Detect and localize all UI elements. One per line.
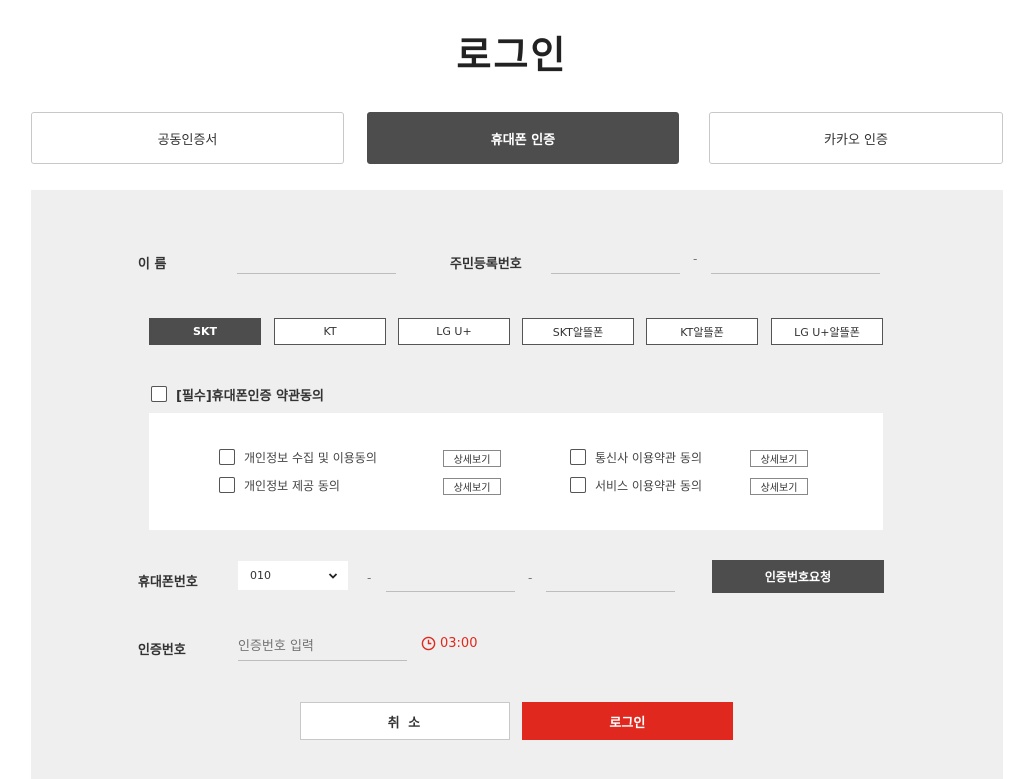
tab-kakao-auth[interactable]: 카카오 인증: [709, 112, 1003, 164]
rrn-separator: -: [693, 252, 698, 266]
rrn-back-input[interactable]: [711, 250, 880, 274]
agreement-items-box: 개인정보 수집 및 이용동의 상세보기 통신사 이용약관 동의 상세보기 개인정…: [149, 413, 883, 530]
agree-carrier-terms-label: 통신사 이용약관 동의: [595, 451, 702, 465]
rrn-label: 주민등록번호: [450, 257, 522, 272]
phone-separator-1: -: [367, 571, 372, 585]
tab-certificate[interactable]: 공동인증서: [31, 112, 344, 164]
carrier-skt-mvno[interactable]: SKT알뜰폰: [522, 318, 634, 345]
verify-code-label: 인증번호: [138, 643, 186, 658]
verify-timer: 03:00: [421, 636, 477, 651]
agree-all-checkbox[interactable]: [151, 386, 167, 402]
privacy-provide-detail-button[interactable]: 상세보기: [443, 478, 501, 495]
agree-privacy-provide-label: 개인정보 제공 동의: [244, 479, 340, 493]
agree-all-label: [필수]휴대폰인증 약관동의: [176, 389, 324, 404]
page-title: 로그인: [456, 33, 568, 77]
rrn-front-input[interactable]: [551, 250, 680, 274]
login-method-tabs: 공동인증서 휴대폰 인증 카카오 인증: [31, 112, 1003, 164]
phone-last-input[interactable]: [546, 568, 675, 592]
carrier-lgu-mvno[interactable]: LG U+알뜰폰: [771, 318, 883, 345]
cancel-button[interactable]: 취 소: [300, 702, 510, 740]
phone-prefix-value: 010: [250, 569, 271, 582]
carrier-kt[interactable]: KT: [274, 318, 386, 345]
request-code-button[interactable]: 인증번호요청: [712, 560, 884, 593]
agree-carrier-terms-checkbox[interactable]: [570, 449, 586, 465]
carrier-skt[interactable]: SKT: [149, 318, 261, 345]
agree-privacy-collect-checkbox[interactable]: [219, 449, 235, 465]
privacy-collect-detail-button[interactable]: 상세보기: [443, 450, 501, 467]
agree-privacy-collect-label: 개인정보 수집 및 이용동의: [244, 451, 377, 465]
agree-privacy-provide-checkbox[interactable]: [219, 477, 235, 493]
carrier-lgu[interactable]: LG U+: [398, 318, 510, 345]
name-label: 이 름: [138, 257, 167, 272]
phone-prefix-select[interactable]: 010: [238, 561, 348, 590]
tab-phone-auth[interactable]: 휴대폰 인증: [367, 112, 679, 164]
carrier-terms-detail-button[interactable]: 상세보기: [750, 450, 808, 467]
login-button[interactable]: 로그인: [522, 702, 733, 740]
clock-icon: [421, 636, 436, 651]
phone-middle-input[interactable]: [386, 568, 515, 592]
timer-value: 03:00: [440, 636, 478, 651]
phone-auth-panel: 이 름 주민등록번호 - SKT KT LG U+ SKT알뜰폰 KT알뜰폰 L…: [31, 190, 1003, 779]
phone-separator-2: -: [528, 571, 533, 585]
agree-service-terms-label: 서비스 이용약관 동의: [595, 479, 702, 493]
agree-service-terms-checkbox[interactable]: [570, 477, 586, 493]
carrier-kt-mvno[interactable]: KT알뜰폰: [646, 318, 758, 345]
name-input[interactable]: [237, 250, 396, 274]
phone-label: 휴대폰번호: [138, 575, 198, 590]
verify-code-input[interactable]: [238, 633, 407, 661]
service-terms-detail-button[interactable]: 상세보기: [750, 478, 808, 495]
chevron-down-icon: [328, 572, 338, 579]
